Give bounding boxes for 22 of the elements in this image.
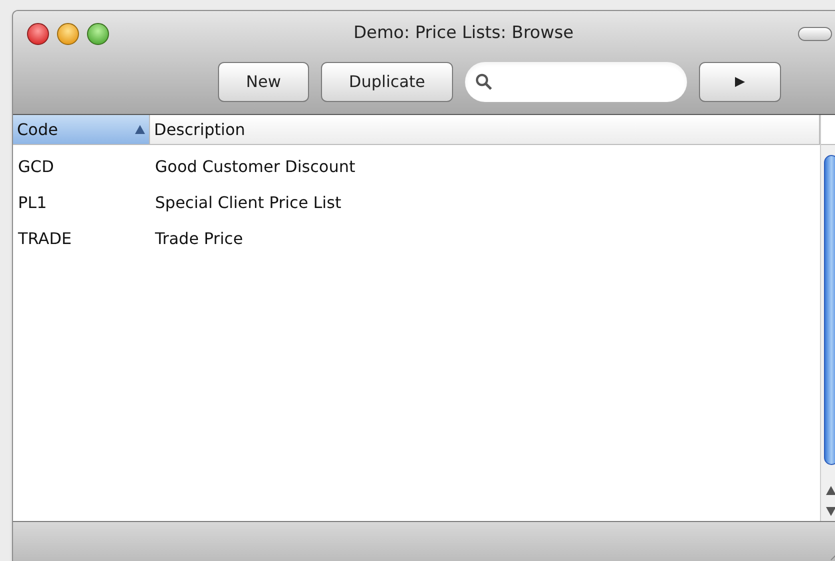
table-cell-text: Good Customer Discount [154, 156, 356, 178]
play-button[interactable] [699, 62, 782, 102]
minimize-button[interactable] [57, 23, 79, 45]
table-cell-text: GCD [17, 156, 55, 178]
search-icon [475, 73, 494, 91]
search-field[interactable] [465, 62, 688, 102]
table-cell-text: TRADE [17, 228, 73, 250]
column-header[interactable]: Code [13, 115, 150, 144]
table-row[interactable]: GCD Good Customer Discount [13, 149, 820, 185]
play-icon [734, 76, 746, 88]
table-cell-text: Special Client Price List [154, 192, 342, 214]
toolbar-button[interactable]: New [218, 62, 309, 102]
toolbar-toggle-button[interactable] [798, 27, 832, 41]
table-cell-text: PL1 [17, 192, 48, 214]
sort-ascending-icon [135, 125, 145, 134]
close-button[interactable] [27, 23, 49, 45]
window-title: Demo: Price Lists: Browse [352, 22, 574, 46]
table-row[interactable]: TRADE Trade Price [13, 221, 820, 257]
table-cell-text: Trade Price [154, 228, 244, 250]
zoom-button[interactable] [87, 23, 109, 45]
toolbar-button[interactable]: Duplicate [320, 62, 454, 102]
table-row[interactable]: PL1 Special Client Price List [13, 185, 820, 221]
